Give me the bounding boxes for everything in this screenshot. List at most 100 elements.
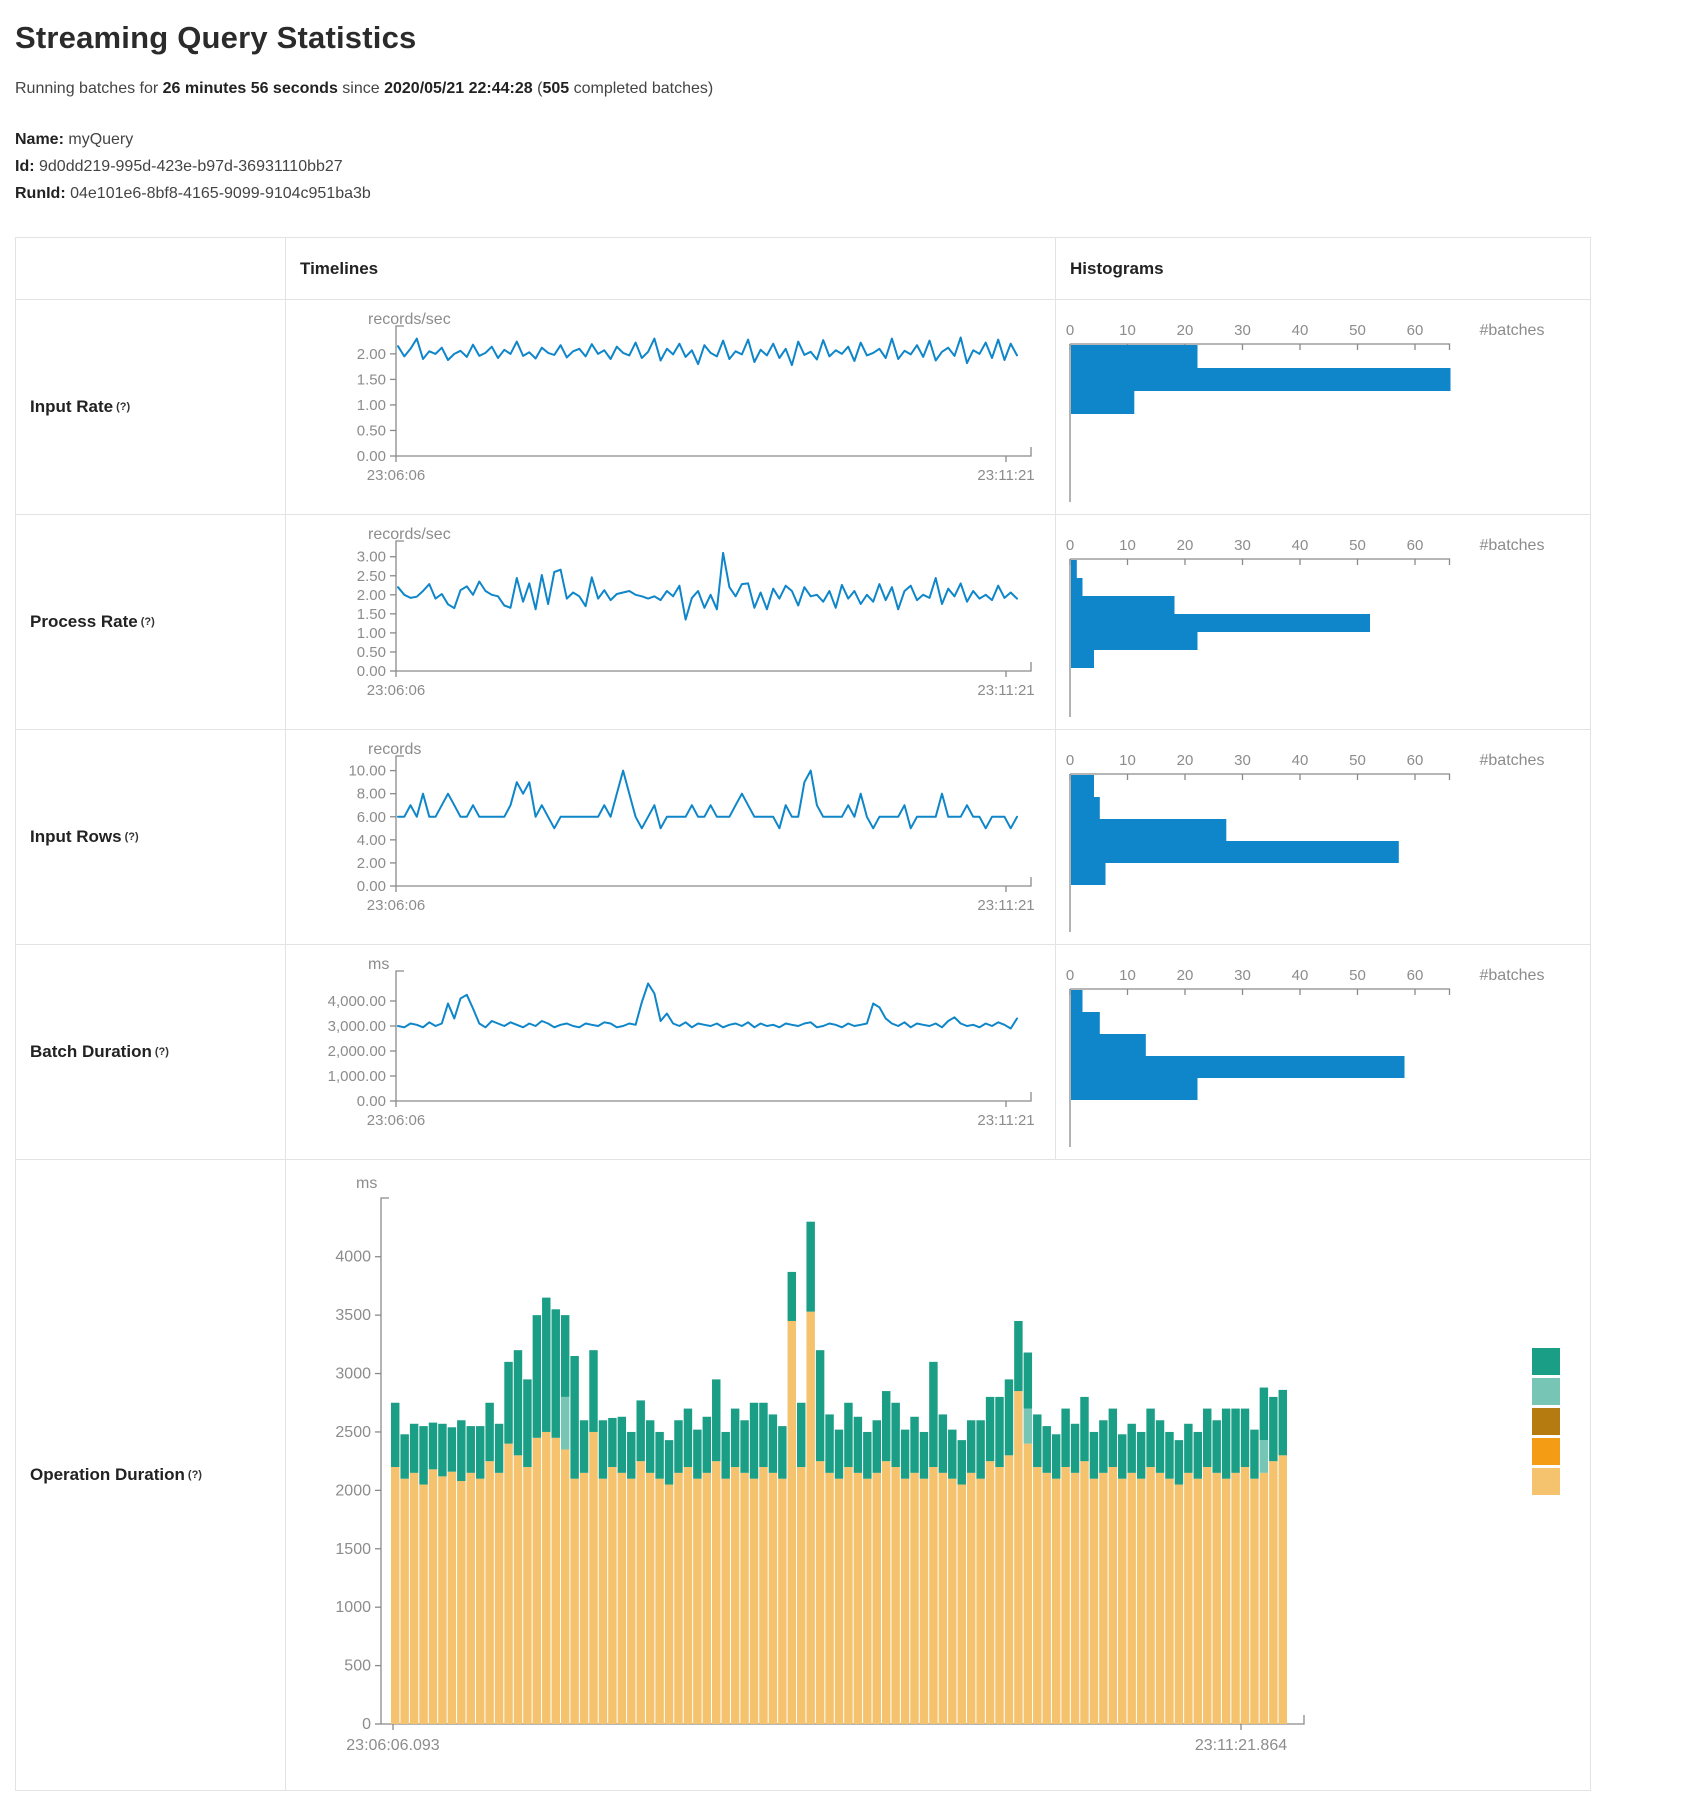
- stacked-bar-segment: [665, 1440, 673, 1484]
- hist-tick-label: 30: [1234, 967, 1251, 984]
- stacked-bar-segment: [589, 1350, 597, 1432]
- stacked-bar-segment: [750, 1479, 758, 1724]
- stacked-bar-segment: [419, 1485, 427, 1724]
- stacked-bar-segment: [1194, 1479, 1202, 1724]
- stacked-bar-segment: [750, 1403, 758, 1479]
- help-icon[interactable]: (?): [141, 616, 155, 628]
- stacked-bar-segment: [920, 1479, 928, 1724]
- stacked-bar-segment: [1061, 1409, 1069, 1467]
- stacked-bar-segment: [797, 1403, 805, 1467]
- start-timestamp: 2020/05/21 22:44:28: [384, 80, 533, 97]
- y-tick-label: 1.50: [357, 371, 386, 388]
- stacked-bar-segment: [939, 1414, 947, 1472]
- stacked-bar-segment: [1165, 1432, 1173, 1479]
- help-icon[interactable]: (?): [188, 1469, 202, 1481]
- y-tick-label: 500: [344, 1658, 371, 1675]
- hist-bar: [1071, 596, 1175, 614]
- stacked-bar-segment: [910, 1417, 918, 1473]
- stacked-bar-segment: [844, 1467, 852, 1724]
- x-start-label: 23:06:06: [367, 1112, 425, 1129]
- stacked-bar-segment: [655, 1479, 663, 1724]
- hist-bar: [1071, 578, 1083, 596]
- stacked-bar-segment: [1260, 1473, 1268, 1724]
- stacked-bar-segment: [1175, 1485, 1183, 1724]
- stacked-bar-segment: [533, 1315, 541, 1438]
- y-tick-label: 2.00: [357, 346, 386, 363]
- legend-swatch-tan: [1532, 1468, 1560, 1495]
- hist-tick-label: 20: [1177, 322, 1194, 339]
- stacked-bar-segment: [495, 1473, 503, 1724]
- running-duration: 26 minutes 56 seconds: [163, 80, 338, 97]
- x-axis: [396, 877, 1031, 886]
- operation-duration-stacked-chart: ms4000350030002500200015001000500023:06:…: [286, 1160, 1590, 1790]
- stacked-bar-segment: [891, 1467, 899, 1724]
- stacked-bar-segment: [1109, 1409, 1117, 1467]
- query-runid-label: RunId:: [15, 185, 66, 202]
- stacked-bar-segment: [778, 1426, 786, 1479]
- stacked-bar-segment: [429, 1423, 437, 1470]
- hist-tick-label: 40: [1292, 537, 1309, 554]
- hist-tick-label: 60: [1407, 967, 1424, 984]
- unit-label: records: [368, 741, 421, 758]
- header-empty-cell: [16, 238, 286, 300]
- stacked-bar-segment: [948, 1479, 956, 1724]
- stacked-bar-segment: [929, 1467, 937, 1724]
- stacked-bar-segment: [400, 1434, 408, 1478]
- help-icon[interactable]: (?): [125, 831, 139, 843]
- stacked-bar-segment: [901, 1479, 909, 1724]
- stacked-bar-segment: [410, 1424, 418, 1473]
- hist-tick-label: 50: [1349, 967, 1366, 984]
- hist-tick-label: 10: [1119, 537, 1136, 554]
- stacked-bar-segment: [1127, 1424, 1135, 1473]
- stacked-bar-segment: [825, 1414, 833, 1472]
- hist-bar: [1071, 614, 1370, 632]
- timeline-series: [398, 984, 1017, 1029]
- stacked-bar-segment: [693, 1430, 701, 1479]
- stacked-bar-segment: [589, 1432, 597, 1724]
- y-tick-label: 1500: [335, 1541, 371, 1558]
- stacked-bar-segment: [778, 1479, 786, 1724]
- stacked-bar-segment: [1118, 1434, 1126, 1478]
- stacked-bar-segment: [618, 1417, 626, 1473]
- stacked-bar-segment: [467, 1473, 475, 1724]
- batch-duration-histogram-chart: 0102030405060#batches: [1056, 945, 1590, 1160]
- stacked-bar-segment: [825, 1473, 833, 1724]
- stacked-bar-segment: [1099, 1420, 1107, 1473]
- hist-tick-label: 20: [1177, 967, 1194, 984]
- stacked-bar-segment: [674, 1473, 682, 1724]
- hist-tick-label: 50: [1349, 537, 1366, 554]
- help-icon[interactable]: (?): [116, 401, 130, 413]
- histogram-chart: 0102030405060#batches: [1056, 521, 1586, 730]
- timeline-line-chart: records/sec2.001.501.000.500.0023:06:062…: [286, 306, 1046, 511]
- y-axis: [396, 756, 404, 886]
- stacked-bar-segment: [1260, 1388, 1268, 1441]
- stacked-bar-segment: [1043, 1426, 1051, 1473]
- batches-label: #batches: [1480, 322, 1545, 339]
- stacked-bar-segment: [655, 1432, 663, 1479]
- hist-tick-label: 0: [1066, 322, 1074, 339]
- help-icon[interactable]: (?): [155, 1046, 169, 1058]
- stacked-bar-segment: [684, 1409, 692, 1467]
- row-label-input-rows: Input Rows(?): [16, 730, 286, 945]
- legend-swatch-orange: [1532, 1438, 1560, 1465]
- timeline-series: [398, 553, 1017, 620]
- stacked-bar-segment: [967, 1420, 975, 1473]
- stacked-bar-segment: [731, 1409, 739, 1467]
- input-rows-timeline-chart: records10.008.006.004.002.000.0023:06:06…: [286, 730, 1056, 945]
- stacked-bar-segment: [891, 1403, 899, 1467]
- stacked-bar-segment: [712, 1461, 720, 1724]
- stacked-bar-segment: [1005, 1379, 1013, 1455]
- stacked-bar-segment: [599, 1420, 607, 1478]
- stacked-bar-segment: [806, 1222, 814, 1312]
- stacked-bar-segment: [1241, 1409, 1249, 1467]
- stacked-bar-segment: [1061, 1467, 1069, 1724]
- stacked-bar-segment: [986, 1397, 994, 1461]
- timeline-line-chart: ms4,000.003,000.002,000.001,000.000.0023…: [286, 951, 1046, 1156]
- query-name-line: Name: myQuery: [15, 126, 1678, 153]
- y-tick-label: 3.00: [357, 549, 386, 566]
- hist-tick-label: 50: [1349, 322, 1366, 339]
- stacked-bar-segment: [561, 1397, 569, 1450]
- operation-duration-legend: [1532, 1348, 1560, 1498]
- hist-bar: [1071, 990, 1083, 1012]
- stacked-bar-segment: [1231, 1473, 1239, 1724]
